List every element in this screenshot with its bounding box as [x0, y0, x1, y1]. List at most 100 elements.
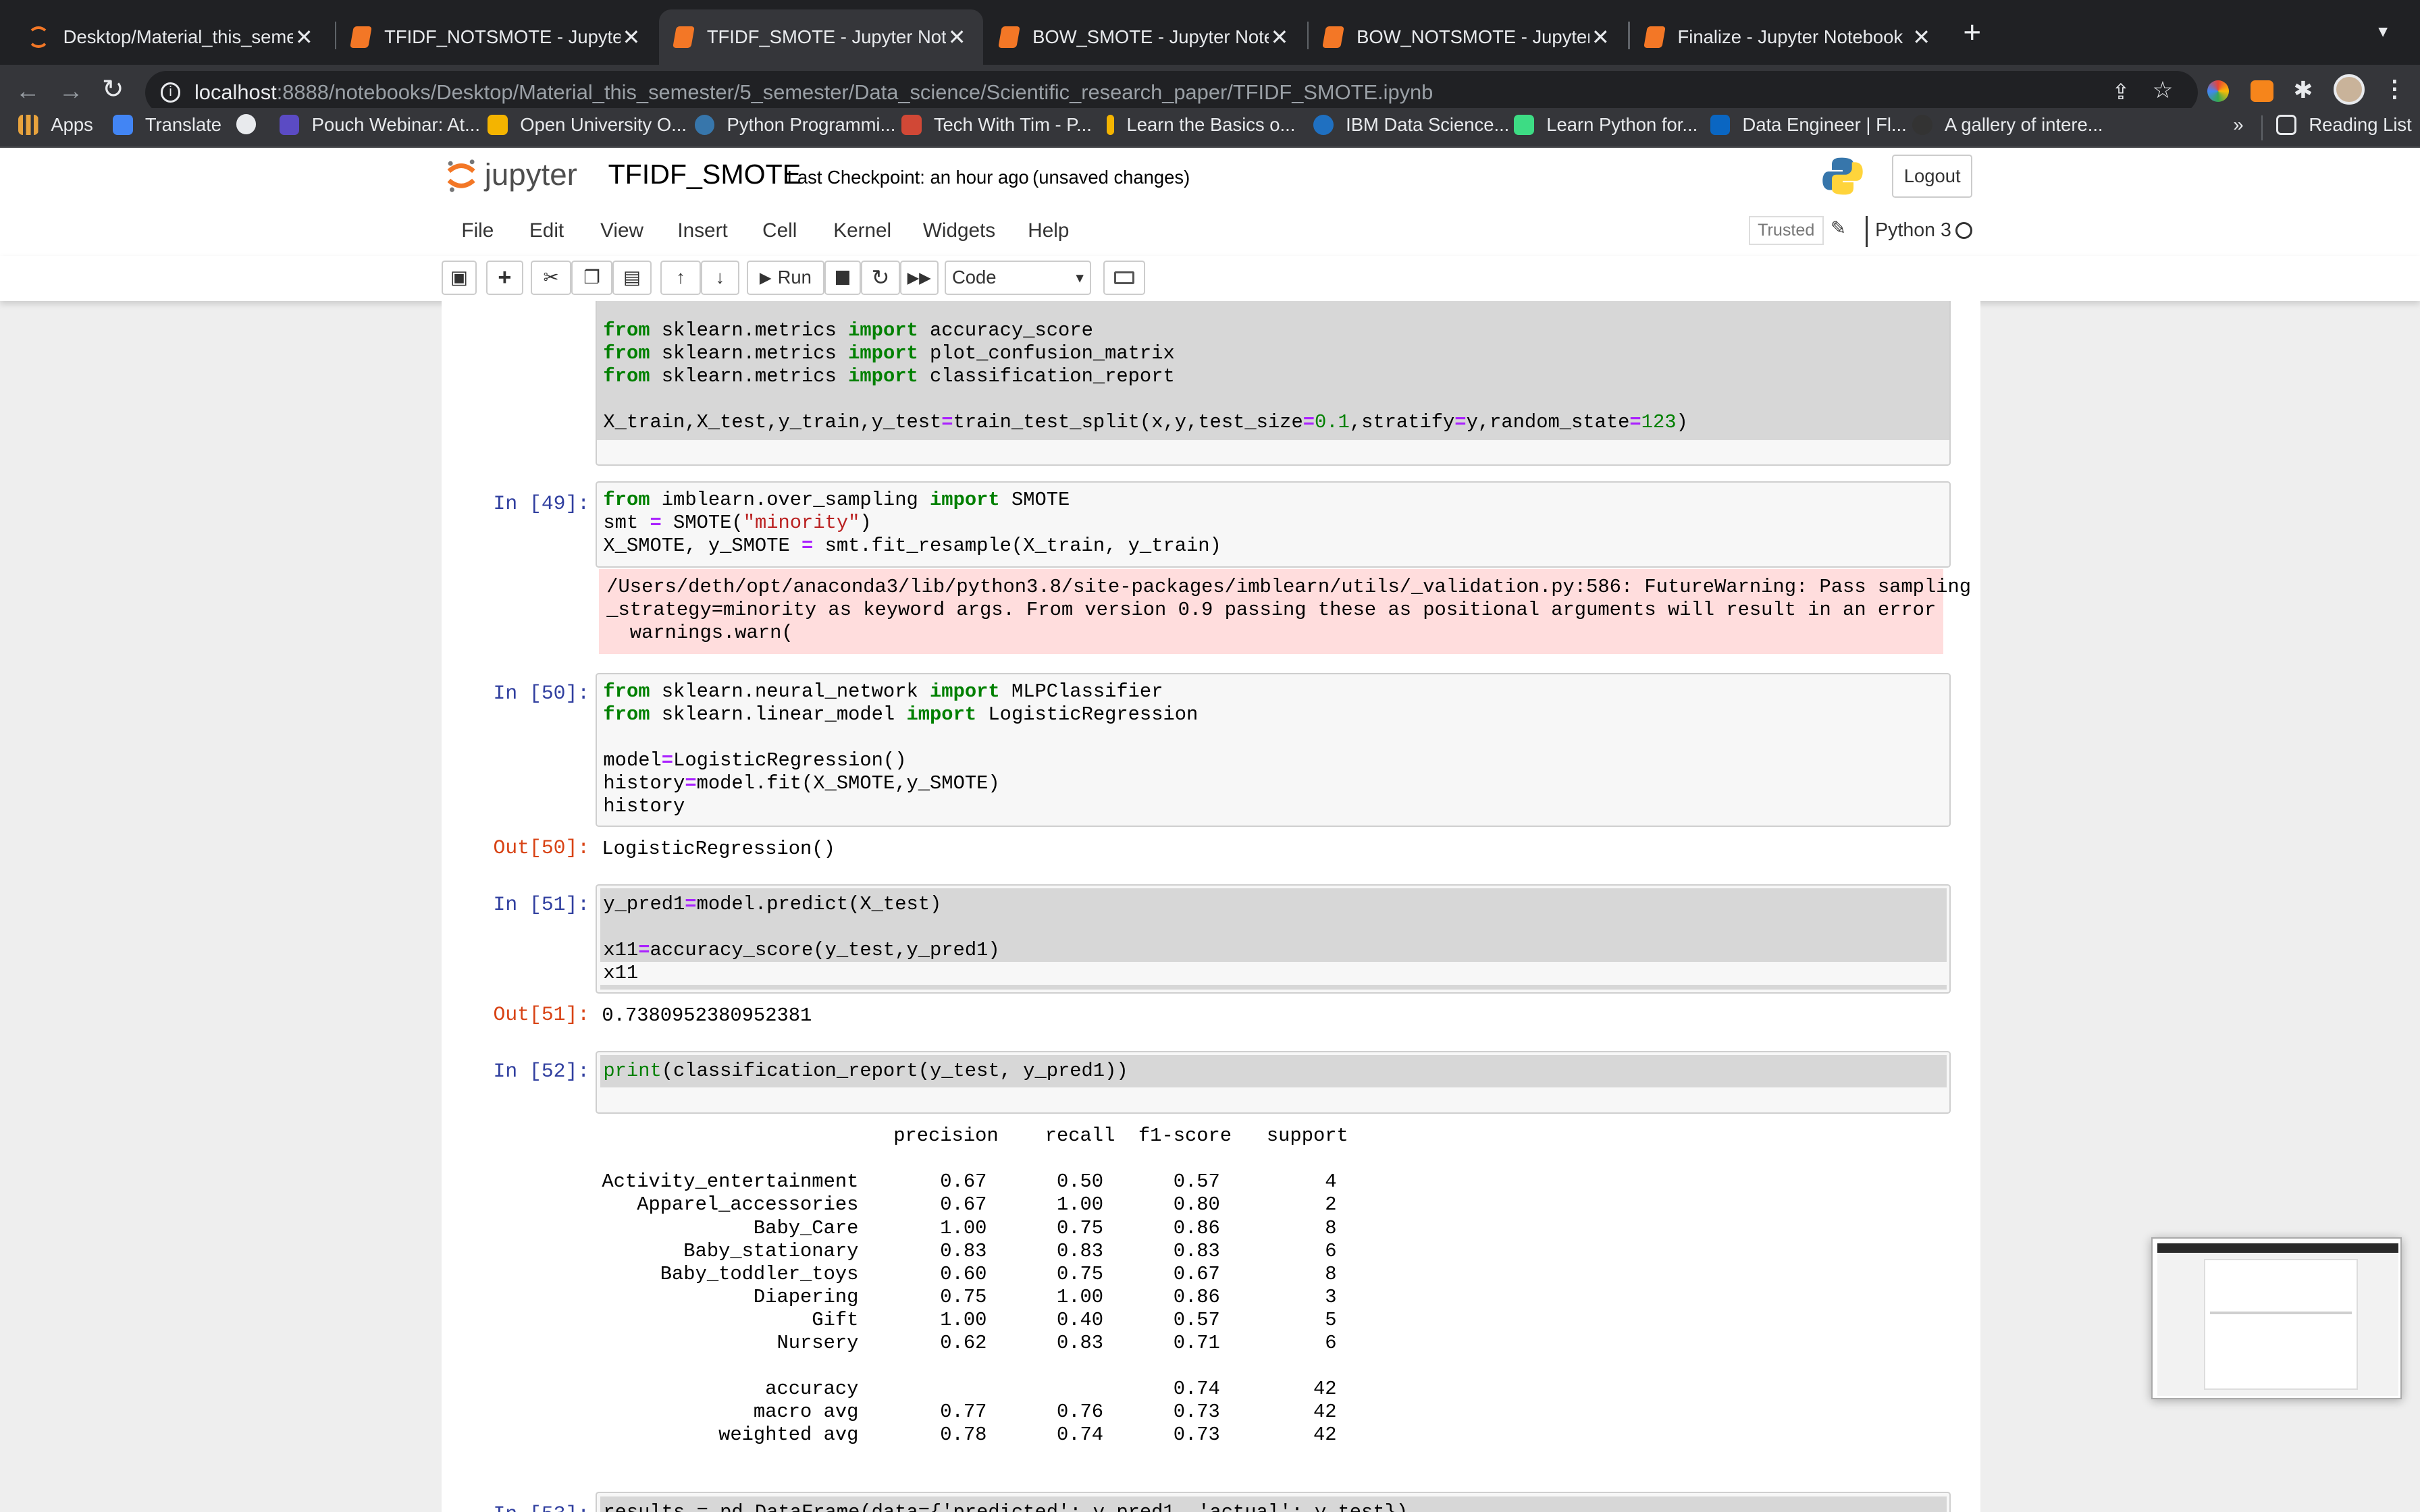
insert-cell-button[interactable]: +: [485, 261, 523, 295]
code-cell[interactable]: print(classification_report(y_test, y_pr…: [596, 1050, 1951, 1114]
close-icon[interactable]: ✕: [946, 24, 968, 50]
info-icon[interactable]: i: [160, 82, 181, 103]
unsaved-status: (unsaved changes): [1032, 166, 1190, 188]
bookmark-learn-python[interactable]: Learn Python for...: [1514, 114, 1698, 136]
bookmark-gallery[interactable]: A gallery of intere...: [1912, 114, 2103, 136]
cell-type-select[interactable]: Code ▾: [944, 261, 1091, 295]
puzzle-extensions-icon[interactable]: ✱: [2294, 77, 2313, 104]
restart-run-all-button[interactable]: ▶▶: [899, 261, 939, 295]
trusted-indicator[interactable]: Trusted: [1748, 215, 1824, 246]
interrupt-button[interactable]: [824, 261, 862, 295]
menu-edit[interactable]: Edit: [529, 219, 564, 242]
kernel-name[interactable]: Python 3: [1875, 219, 1951, 242]
github-icon: [1912, 115, 1932, 135]
cell-source[interactable]: results = pd.DataFrame(data={'predicted'…: [600, 1496, 1947, 1512]
browser-tab[interactable]: BOW_SMOTE - Jupyter Notebo ✕: [984, 9, 1305, 65]
arrow-up-icon: ↑: [676, 267, 685, 288]
menu-help[interactable]: Help: [1028, 219, 1069, 242]
cell-source[interactable]: from imblearn.over_sampling import SMOTE…: [597, 483, 1949, 564]
screenshot-thumbnail-preview[interactable]: [2151, 1237, 2402, 1400]
color-extension-icon[interactable]: [2207, 80, 2229, 102]
bookmark-label: Python Programmi...: [727, 114, 896, 136]
forward-arrow-icon[interactable]: →: [59, 77, 84, 105]
avatar[interactable]: [2333, 74, 2365, 105]
classification-report-output: precision recall f1-score support Activi…: [602, 1125, 1348, 1447]
notebook-icon: [673, 26, 695, 48]
menu-kernel[interactable]: Kernel: [833, 219, 891, 242]
bookmark-pouch[interactable]: Pouch Webinar: At...: [279, 114, 480, 136]
command-palette-button[interactable]: [1103, 261, 1145, 295]
menu-file[interactable]: File: [461, 219, 494, 242]
code-cell[interactable]: y_pred1=model.predict(X_test) x11=accura…: [596, 884, 1951, 994]
notebook-icon: [998, 26, 1021, 48]
bookmark-apps[interactable]: Apps: [18, 114, 93, 136]
code-line: X_train,X_test,y_train,y_test=train_test…: [603, 411, 1688, 434]
close-icon[interactable]: ✕: [1269, 24, 1290, 50]
reload-icon[interactable]: ↻: [102, 74, 124, 105]
back-arrow-icon[interactable]: ←: [16, 77, 41, 105]
bookmark-globe[interactable]: [236, 114, 269, 134]
star-icon[interactable]: ☆: [2153, 77, 2174, 104]
url-path: :8888/notebooks/Desktop/Material_this_se…: [276, 80, 1433, 105]
cell-source[interactable]: from sklearn.neural_network import MLPCl…: [597, 674, 1949, 825]
thumbnail-image: [2157, 1243, 2398, 1397]
menu-cell[interactable]: Cell: [762, 219, 797, 242]
browser-tab[interactable]: BOW_NOTSMOTE - Jupyter No ✕: [1309, 9, 1627, 65]
close-icon[interactable]: ✕: [1911, 24, 1932, 50]
tech-with-tim-icon: [901, 115, 922, 135]
close-icon[interactable]: ✕: [293, 24, 315, 50]
cell-source[interactable]: print(classification_report(y_test, y_pr…: [600, 1055, 1947, 1087]
browser-tab[interactable]: Finalize - Jupyter Notebook ✕: [1630, 9, 1948, 65]
browser-tab-active[interactable]: TFIDF_SMOTE - Jupyter Noteb ✕: [658, 9, 983, 65]
tab-search-chevron-icon[interactable]: ▾: [2378, 20, 2388, 42]
fast-forward-icon: ▶▶: [907, 268, 931, 286]
restart-button[interactable]: ↻: [861, 261, 900, 295]
close-icon[interactable]: ✕: [1589, 24, 1611, 50]
bookmark-ibm[interactable]: IBM Data Science...: [1313, 114, 1509, 136]
cut-button[interactable]: ✂: [531, 261, 571, 295]
move-down-button[interactable]: ↓: [700, 261, 739, 295]
menu-insert[interactable]: Insert: [677, 219, 727, 242]
bookmark-data-engineer[interactable]: Data Engineer | Fl...: [1710, 114, 1907, 136]
metamask-extension-icon[interactable]: [2250, 80, 2273, 102]
share-icon[interactable]: ⇪: [2111, 79, 2130, 105]
bookmark-open-university[interactable]: Open University O...: [488, 114, 687, 136]
code-cell[interactable]: results = pd.DataFrame(data={'predicted'…: [596, 1492, 1951, 1512]
copy-button[interactable]: ❐: [571, 261, 613, 295]
python-icon: [694, 115, 715, 135]
browser-tab[interactable]: TFIDF_NOTSMOTE - Jupyter N ✕: [336, 9, 657, 65]
menu-view[interactable]: View: [600, 219, 643, 242]
notebook-title[interactable]: TFIDF_SMOTE: [608, 159, 801, 190]
bookmark-python[interactable]: Python Programmi...: [694, 114, 896, 136]
save-button[interactable]: ▣: [441, 261, 477, 295]
bookmarks-overflow[interactable]: »: [2233, 114, 2243, 136]
code-cell[interactable]: from sklearn.neural_network import MLPCl…: [596, 672, 1951, 828]
bookmark-translate[interactable]: Translate: [112, 114, 221, 136]
jupyter-logo-icon[interactable]: [444, 157, 478, 194]
input-prompt: In [50]:: [493, 682, 590, 705]
globe-icon: [236, 114, 257, 134]
jupyter-logo-icon: [28, 26, 50, 48]
bookmark-tech-with-tim[interactable]: Tech With Tim - P...: [901, 114, 1092, 136]
run-button[interactable]: ▶ Run: [747, 261, 824, 295]
paste-button[interactable]: ▤: [612, 261, 652, 295]
jupyter-wordmark[interactable]: jupyter: [485, 157, 577, 192]
bookmark-learn-basics[interactable]: Learn the Basics o...: [1106, 114, 1295, 136]
kebab-menu-icon[interactable]: ⋮: [2383, 76, 2406, 103]
code-line: history: [603, 795, 685, 817]
code-cell[interactable]: from sklearn.metrics import accuracy_sco…: [596, 300, 1951, 466]
move-up-button[interactable]: ↑: [660, 261, 701, 295]
menu-widgets[interactable]: Widgets: [923, 219, 995, 242]
browser-tab[interactable]: Desktop/Material_this_semester ✕: [12, 9, 330, 65]
new-tab-plus-icon[interactable]: +: [1963, 17, 1981, 48]
pencil-edit-icon[interactable]: ✎: [1831, 217, 1846, 239]
logout-button[interactable]: Logout: [1892, 154, 1973, 198]
reading-list[interactable]: Reading List: [2276, 114, 2412, 136]
stderr-warning-output: /Users/deth/opt/anaconda3/lib/python3.8/…: [598, 569, 1971, 655]
code-cell[interactable]: from imblearn.over_sampling import SMOTE…: [596, 481, 1951, 568]
cell-source[interactable]: y_pred1=model.predict(X_test) x11=accura…: [600, 888, 1947, 990]
cell-source[interactable]: from sklearn.metrics import accuracy_sco…: [597, 300, 1950, 441]
bookmark-label: Learn Python for...: [1546, 114, 1698, 136]
close-icon[interactable]: ✕: [621, 24, 642, 50]
